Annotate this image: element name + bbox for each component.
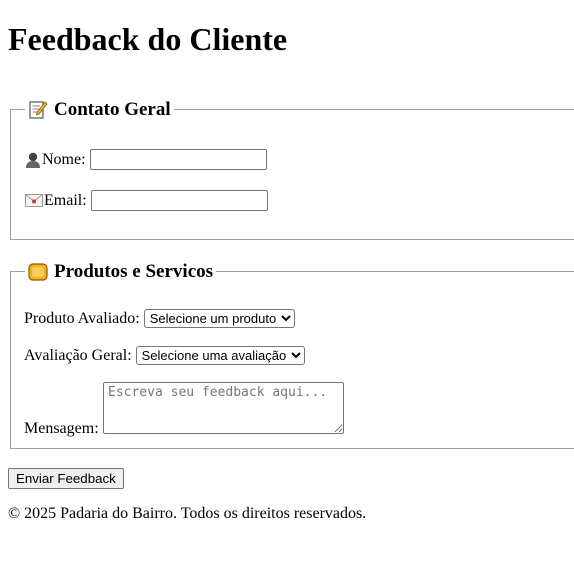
- produto-select[interactable]: Selecione um produto: [143, 309, 295, 328]
- email-input[interactable]: [90, 190, 268, 211]
- nome-label-text: Nome:: [42, 150, 86, 168]
- bread-icon: [28, 263, 48, 281]
- avaliacao-select[interactable]: Selecione uma avaliação: [135, 346, 305, 365]
- envelope-icon: [25, 194, 43, 207]
- avaliacao-label: Avaliação Geral:: [24, 346, 132, 364]
- mensagem-label: Mensagem:: [24, 420, 99, 437]
- nome-input[interactable]: [89, 149, 267, 170]
- contato-legend-text: Contato Geral: [54, 99, 171, 120]
- avaliacao-row: Avaliação Geral: Selecione uma avaliação: [24, 346, 305, 365]
- submit-button[interactable]: Enviar Feedback: [8, 468, 124, 489]
- footer-text: © 2025 Padaria do Bairro. Todos os direi…: [8, 505, 367, 522]
- produto-label: Produto Avaliado:: [24, 309, 140, 327]
- nome-label: Nome:: [25, 151, 86, 169]
- email-label-text: Email:: [44, 191, 87, 209]
- nome-row: Nome:: [25, 149, 267, 170]
- email-label: Email:: [25, 192, 87, 210]
- produto-row: Produto Avaliado: Selecione um produto: [24, 309, 295, 328]
- mensagem-label-row: Mensagem:: [24, 420, 99, 438]
- page-title: Feedback do Cliente: [8, 21, 288, 57]
- contato-legend: Contato Geral: [25, 98, 174, 122]
- mensagem-textarea[interactable]: [103, 382, 344, 434]
- produtos-legend: Produtos e Servicos: [25, 260, 217, 284]
- email-row: Email:: [25, 190, 268, 211]
- produtos-legend-text: Produtos e Servicos: [54, 261, 214, 282]
- contato-fieldset: Contato Geral: [10, 98, 574, 240]
- person-icon: [26, 152, 40, 168]
- memo-icon: [29, 101, 48, 119]
